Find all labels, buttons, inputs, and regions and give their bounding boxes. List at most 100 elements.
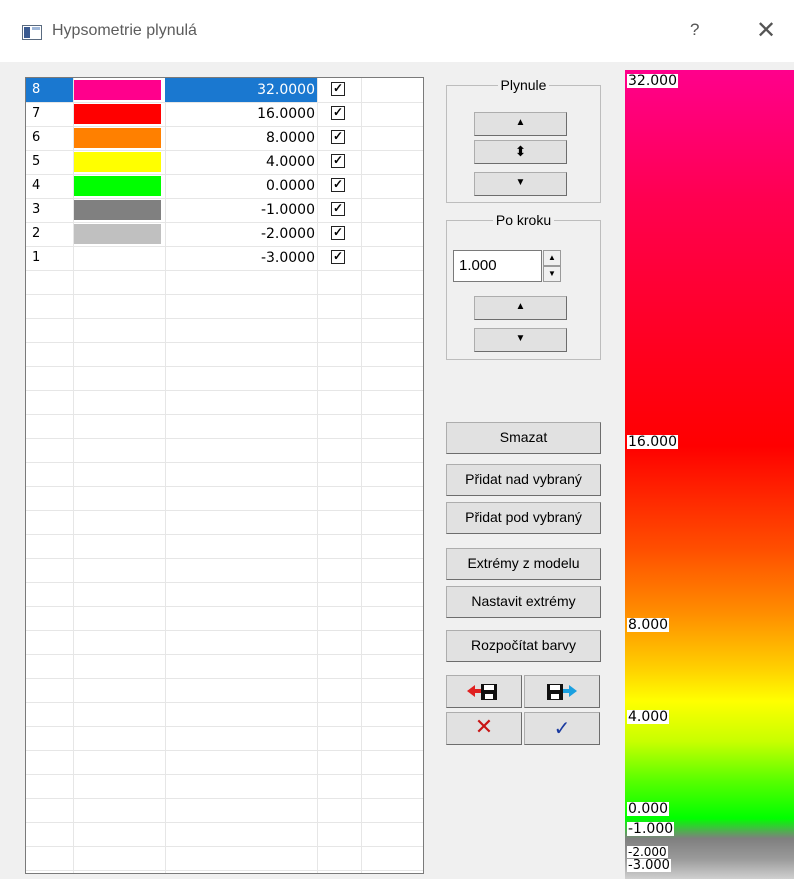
close-button[interactable]: ✕	[756, 16, 776, 44]
color-table[interactable]: 8 32.0000 ✓ 7 16.0000 ✓ 6 8.0000 ✓ 5 4.0…	[25, 77, 424, 874]
row-number: 3	[32, 202, 41, 217]
row-value[interactable]: 0.0000	[166, 178, 315, 194]
row-value[interactable]: 32.0000	[166, 82, 315, 98]
table-row[interactable]: 7 16.0000 ✓	[26, 102, 423, 126]
row-number: 4	[32, 178, 41, 193]
row-divider	[26, 486, 423, 487]
set-extremes-button[interactable]: Nastavit extrémy	[446, 586, 601, 618]
window-app-icon	[22, 25, 42, 40]
table-row[interactable]: 4 0.0000 ✓	[26, 174, 423, 198]
legend-label: 8.000	[627, 617, 670, 633]
pokroku-down-button[interactable]: ▼	[474, 328, 567, 352]
row-color-swatch[interactable]	[74, 248, 161, 268]
row-divider	[26, 750, 423, 751]
row-divider	[26, 390, 423, 391]
color-legend	[625, 70, 794, 879]
distribute-colors-button[interactable]: Rozpočítat barvy	[446, 630, 601, 662]
cancel-button[interactable]: ✕	[446, 712, 522, 745]
row-value[interactable]: -2.0000	[166, 226, 315, 242]
row-divider	[26, 678, 423, 679]
row-checkbox[interactable]: ✓	[331, 250, 345, 264]
table-row[interactable]: 2 -2.0000 ✓	[26, 222, 423, 246]
row-color-swatch[interactable]	[74, 176, 161, 196]
row-divider	[26, 366, 423, 367]
row-number: 1	[32, 250, 41, 265]
plynule-updown-button[interactable]: ⬍	[474, 140, 567, 164]
row-value[interactable]: 8.0000	[166, 130, 315, 146]
row-checkbox[interactable]: ✓	[331, 130, 345, 144]
table-row[interactable]: 6 8.0000 ✓	[26, 126, 423, 150]
row-color-swatch[interactable]	[74, 152, 161, 172]
save-button[interactable]	[524, 675, 600, 708]
plynule-up-button[interactable]: ▲	[474, 112, 567, 136]
row-divider	[26, 318, 423, 319]
row-divider	[26, 414, 423, 415]
legend-label: 0.000	[627, 801, 670, 817]
row-divider	[26, 534, 423, 535]
row-value[interactable]: 16.0000	[166, 106, 315, 122]
legend-label: 4.000	[627, 709, 670, 725]
legend-label: 32.000	[627, 73, 678, 89]
pokroku-up-button[interactable]: ▲	[474, 296, 567, 320]
legend-label: -3.000	[627, 858, 671, 873]
row-color-swatch[interactable]	[74, 104, 161, 124]
row-checkbox[interactable]: ✓	[331, 82, 345, 96]
row-checkbox[interactable]: ✓	[331, 226, 345, 240]
row-number: 7	[32, 106, 41, 121]
plynule-group-label: Plynule	[497, 77, 550, 93]
row-color-swatch[interactable]	[74, 200, 161, 220]
table-row[interactable]: 3 -1.0000 ✓	[26, 198, 423, 222]
row-divider	[26, 270, 423, 271]
row-number: 8	[32, 82, 41, 97]
row-value[interactable]: 4.0000	[166, 154, 315, 170]
row-divider	[26, 774, 423, 775]
hypsometrie-dialog: Hypsometrie plynulá ? ✕ 8 32.0000 ✓ 7 16…	[0, 0, 794, 879]
row-divider	[26, 798, 423, 799]
row-divider	[26, 630, 423, 631]
row-divider	[26, 726, 423, 727]
row-divider	[26, 462, 423, 463]
pokroku-group-label: Po kroku	[492, 212, 555, 228]
row-divider	[26, 654, 423, 655]
row-divider	[26, 558, 423, 559]
table-row[interactable]: 1 -3.0000 ✓	[26, 246, 423, 270]
plynule-down-button[interactable]: ▼	[474, 172, 567, 196]
row-number: 2	[32, 226, 41, 241]
row-checkbox[interactable]: ✓	[331, 154, 345, 168]
load-icon	[467, 684, 497, 700]
help-button[interactable]: ?	[690, 20, 699, 40]
row-divider	[26, 438, 423, 439]
row-divider	[26, 606, 423, 607]
row-divider	[26, 846, 423, 847]
row-value[interactable]: -1.0000	[166, 202, 315, 218]
step-input[interactable]: 1.000	[453, 250, 542, 282]
delete-button[interactable]: Smazat	[446, 422, 601, 454]
legend-label: 16.000	[627, 434, 678, 450]
extremes-from-model-button[interactable]: Extrémy z modelu	[446, 548, 601, 580]
row-divider	[26, 510, 423, 511]
row-divider	[26, 582, 423, 583]
save-icon	[547, 684, 577, 700]
row-color-swatch[interactable]	[74, 128, 161, 148]
add-above-button[interactable]: Přidat nad vybraný	[446, 464, 601, 496]
row-checkbox[interactable]: ✓	[331, 178, 345, 192]
ok-button[interactable]: ✓	[524, 712, 600, 745]
row-divider	[26, 702, 423, 703]
table-row[interactable]: 8 32.0000 ✓	[26, 78, 423, 102]
row-number: 5	[32, 154, 41, 169]
add-below-button[interactable]: Přidat pod vybraný	[446, 502, 601, 534]
row-checkbox[interactable]: ✓	[331, 202, 345, 216]
load-button[interactable]	[446, 675, 522, 708]
legend-label: -2.000	[627, 845, 668, 859]
legend-label: -1.000	[627, 821, 675, 837]
row-divider	[26, 294, 423, 295]
title-bar: Hypsometrie plynulá ? ✕	[0, 0, 794, 62]
row-value[interactable]: -3.0000	[166, 250, 315, 266]
step-spin-down-button[interactable]: ▼	[543, 266, 561, 282]
table-row[interactable]: 5 4.0000 ✓	[26, 150, 423, 174]
row-checkbox[interactable]: ✓	[331, 106, 345, 120]
step-spin-up-button[interactable]: ▲	[543, 250, 561, 266]
row-color-swatch[interactable]	[74, 224, 161, 244]
row-color-swatch[interactable]	[74, 80, 161, 100]
row-divider	[26, 822, 423, 823]
